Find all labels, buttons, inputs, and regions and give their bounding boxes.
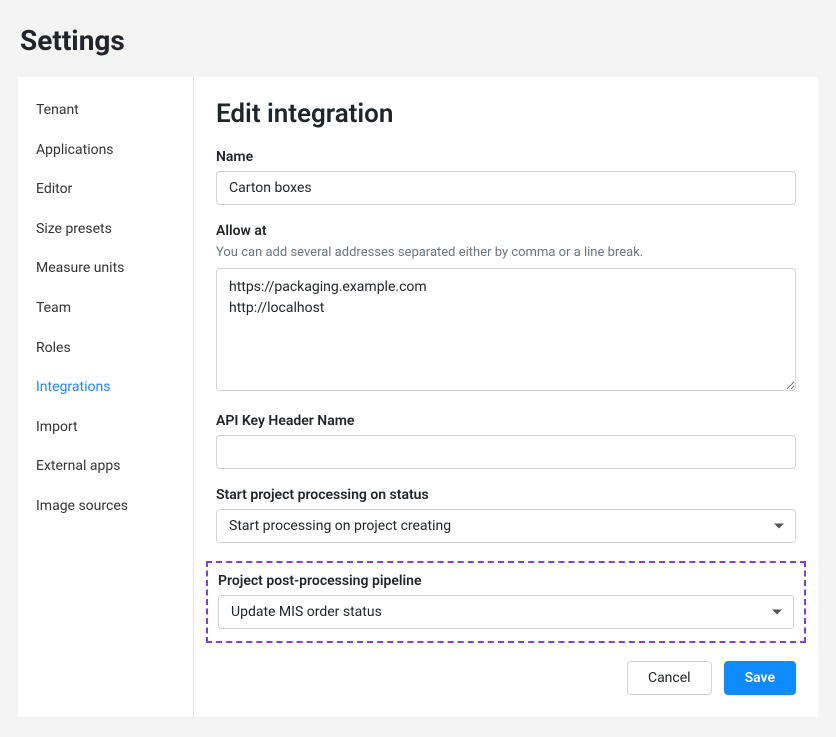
main-title: Edit integration: [216, 99, 796, 129]
sidebar-item-size-presets[interactable]: Size presets: [18, 210, 193, 250]
button-row: Cancel Save: [216, 661, 796, 695]
field-group-post-pipeline: Project post-processing pipeline Update …: [206, 561, 806, 643]
sidebar-item-import[interactable]: Import: [18, 408, 193, 448]
api-key-header-label: API Key Header Name: [216, 413, 796, 429]
cancel-button[interactable]: Cancel: [627, 661, 712, 695]
sidebar-item-tenant[interactable]: Tenant: [18, 91, 193, 131]
sidebar-item-integrations[interactable]: Integrations: [18, 368, 193, 408]
save-button[interactable]: Save: [724, 661, 796, 695]
sidebar-item-roles[interactable]: Roles: [18, 329, 193, 369]
field-group-start-processing: Start project processing on status Start…: [216, 487, 796, 543]
field-group-name: Name: [216, 149, 796, 205]
field-group-allow-at: Allow at You can add several addresses s…: [216, 223, 796, 395]
sidebar-item-external-apps[interactable]: External apps: [18, 447, 193, 487]
api-key-header-input[interactable]: [216, 435, 796, 469]
sidebar-item-editor[interactable]: Editor: [18, 170, 193, 210]
allow-at-textarea[interactable]: [216, 268, 796, 391]
post-pipeline-select[interactable]: Update MIS order status: [218, 595, 794, 629]
start-processing-label: Start project processing on status: [216, 487, 796, 503]
sidebar-item-measure-units[interactable]: Measure units: [18, 249, 193, 289]
allow-at-label: Allow at: [216, 223, 796, 239]
sidebar-item-team[interactable]: Team: [18, 289, 193, 329]
sidebar-item-applications[interactable]: Applications: [18, 131, 193, 171]
field-group-api-key-header: API Key Header Name: [216, 413, 796, 469]
allow-at-help: You can add several addresses separated …: [216, 245, 796, 260]
sidebar-item-image-sources[interactable]: Image sources: [18, 487, 193, 527]
settings-sidebar: Tenant Applications Editor Size presets …: [18, 77, 194, 717]
start-processing-select[interactable]: Start processing on project creating: [216, 509, 796, 543]
post-pipeline-label: Project post-processing pipeline: [218, 573, 794, 589]
page-title: Settings: [0, 0, 836, 77]
name-label: Name: [216, 149, 796, 165]
settings-card: Tenant Applications Editor Size presets …: [18, 77, 818, 717]
name-input[interactable]: [216, 171, 796, 205]
main-panel: Edit integration Name Allow at You can a…: [194, 77, 818, 717]
